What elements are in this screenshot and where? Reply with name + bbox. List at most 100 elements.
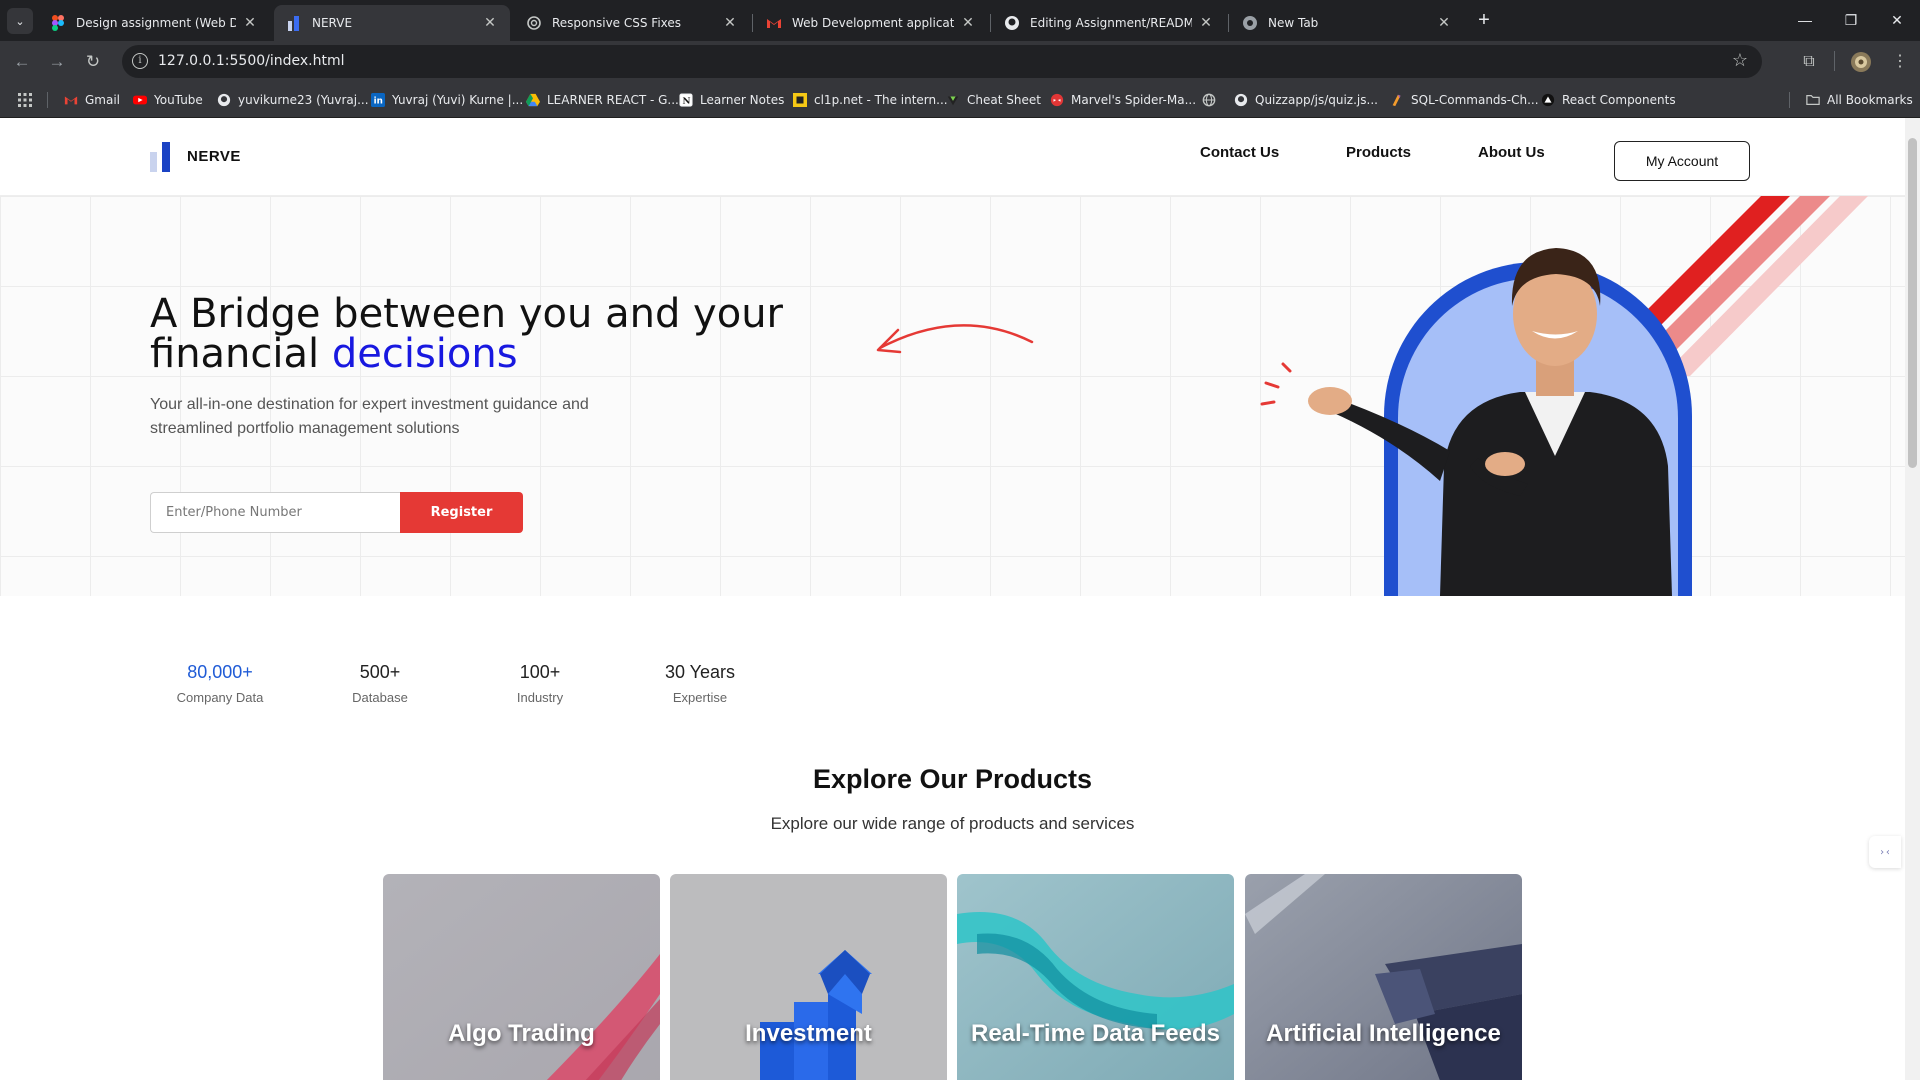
toolbar-separator (1834, 51, 1835, 71)
stat-value: 100+ (519, 662, 561, 682)
tab-title: Web Development application (792, 16, 954, 30)
nav-link-about-us[interactable]: About Us (1478, 144, 1545, 161)
product-card-artificial-intelligence[interactable]: Artificial Intelligence (1245, 874, 1522, 1080)
browser-tab[interactable]: Web Development application ✕ (754, 5, 988, 41)
nerve-logo-icon[interactable] (150, 142, 172, 172)
man-pointing-image (1308, 248, 1672, 596)
tab-close-icon[interactable]: ✕ (242, 15, 258, 31)
gmail-icon (64, 96, 78, 105)
tab-separator (1228, 14, 1229, 32)
page-viewport: NERVE Contact Us Products About Us My Ac… (0, 118, 1905, 1080)
blue-arch-shape (1384, 262, 1692, 596)
stat-label: Industry (516, 690, 564, 705)
bookmark-item[interactable]: SQL-Commands-Ch... (1390, 91, 1539, 109)
new-tab-plus-icon[interactable]: + (1472, 9, 1496, 33)
bookmark-item[interactable]: Marvel's Spider-Ma... (1050, 91, 1196, 109)
phone-number-input[interactable] (150, 492, 401, 533)
bookmark-separator (47, 92, 48, 108)
browser-tab[interactable]: Responsive CSS Fixes ✕ (514, 5, 750, 41)
sql-icon (1392, 94, 1401, 107)
my-account-button[interactable]: My Account (1614, 141, 1750, 181)
github-icon (217, 93, 231, 107)
nerve-logo-icon (288, 16, 299, 31)
bookmark-star-icon[interactable]: ☆ (1732, 50, 1748, 71)
tab-search-icon[interactable]: ⌄ (7, 8, 33, 34)
tab-close-icon[interactable]: ✕ (482, 15, 498, 31)
cheat-sheet-icon (947, 96, 959, 106)
site-navbar: NERVE Contact Us Products About Us My Ac… (0, 118, 1905, 196)
tab-close-icon[interactable]: ✕ (1436, 15, 1452, 31)
site-info-icon[interactable]: i (132, 53, 148, 69)
browser-tab-bar: ⌄ Design assignment (Web Dev) - ✕ NERVE … (0, 0, 1920, 41)
browser-tab-active[interactable]: NERVE ✕ (274, 5, 510, 41)
side-widget-icon[interactable]: ›‹ (1869, 836, 1901, 868)
gmail-icon (767, 19, 781, 28)
extensions-icon[interactable]: ⧉ (1797, 50, 1821, 74)
bookmark-item[interactable]: cl1p.net - The intern... (793, 91, 948, 109)
nav-link-products[interactable]: Products (1346, 144, 1411, 161)
profile-avatar-icon[interactable] (1850, 51, 1872, 73)
restore-icon[interactable]: ❐ (1828, 0, 1874, 40)
bookmark-label: LEARNER REACT - G... (547, 93, 679, 107)
stat-item: 80,000+ Company Data (150, 662, 290, 705)
forward-arrow-icon[interactable]: → (45, 50, 69, 74)
tab-title: Responsive CSS Fixes (552, 16, 682, 30)
data-feeds-image (957, 874, 1234, 1080)
bookmark-label: SQL-Commands-Ch... (1411, 93, 1539, 107)
tab-close-icon[interactable]: ✕ (1198, 15, 1214, 31)
github-icon (1234, 93, 1248, 107)
bookmark-item[interactable]: N Learner Notes (679, 91, 784, 109)
register-button[interactable]: Register (400, 492, 523, 533)
bookmark-separator (1789, 92, 1790, 108)
browser-tab[interactable]: New Tab ✕ (1230, 5, 1464, 41)
browser-tab[interactable]: Design assignment (Web Dev) - ✕ (38, 5, 270, 41)
close-window-icon[interactable]: ✕ (1874, 0, 1920, 40)
products-section-title: Explore Our Products (812, 764, 1093, 794)
bookmark-item[interactable]: in Yuvraj (Yuvi) Kurne |... (371, 91, 523, 109)
browser-tab[interactable]: Editing Assignment/README.m ✕ (992, 5, 1226, 41)
bookmark-item[interactable]: Gmail (64, 91, 120, 109)
bookmark-label: Quizzapp/js/quiz.js... (1255, 93, 1378, 107)
bookmark-item[interactable] (1202, 91, 1223, 109)
bookmark-label: Cheat Sheet (967, 93, 1041, 107)
product-card-label: Investment (745, 1020, 872, 1047)
stat-label: Company Data (176, 690, 264, 705)
tab-close-icon[interactable]: ✕ (960, 15, 976, 31)
bookmark-item[interactable]: Quizzapp/js/quiz.js... (1234, 91, 1378, 109)
arch-inner-shape (1398, 278, 1678, 596)
product-card-algo-trading[interactable]: Algo Trading (383, 874, 660, 1080)
artificial-intelligence-image (1245, 874, 1522, 1080)
tab-close-icon[interactable]: ✕ (722, 15, 738, 31)
product-card-label: Artificial Intelligence (1266, 1020, 1501, 1047)
curved-arrow-icon (878, 324, 1034, 350)
apps-grid-icon[interactable] (18, 93, 32, 107)
bookmark-label: Gmail (85, 93, 121, 107)
all-bookmarks-folder[interactable]: All Bookmarks (1806, 91, 1913, 109)
product-card-label: Algo Trading (448, 1020, 595, 1047)
bookmark-item[interactable]: YouTube (133, 91, 203, 109)
product-card-real-time-data-feeds[interactable]: Real-Time Data Feeds (957, 874, 1234, 1080)
arrow-head-icon (876, 328, 902, 354)
bookmark-label: Learner Notes (700, 93, 785, 107)
nav-link-contact-us[interactable]: Contact Us (1200, 144, 1279, 161)
minimize-icon[interactable]: — (1782, 0, 1828, 40)
menu-kebab-icon[interactable]: ⋮ (1888, 50, 1912, 74)
tab-title: Design assignment (Web Dev) - (76, 16, 236, 30)
product-card-investment[interactable]: Investment (670, 874, 947, 1080)
hero-section: A Bridge between you and your financial … (0, 196, 1905, 596)
stat-value: 80,000+ (187, 662, 253, 682)
page-scrollbar[interactable] (1905, 118, 1920, 1080)
reload-icon[interactable]: ↻ (81, 50, 105, 74)
address-bar[interactable]: i 127.0.0.1:5500/index.html ☆ (122, 45, 1762, 78)
bookmark-label: Marvel's Spider-Ma... (1071, 93, 1197, 107)
bookmark-item[interactable]: yuvikurne23 (Yuvraj... (217, 91, 369, 109)
scrollbar-thumb[interactable] (1908, 138, 1917, 468)
bookmark-item[interactable]: LEARNER REACT - G... (526, 91, 679, 109)
logo-text[interactable]: NERVE (187, 148, 241, 165)
bookmark-label: React Components (1562, 93, 1676, 107)
back-arrow-icon[interactable]: ← (10, 50, 34, 74)
bookmark-item[interactable]: Cheat Sheet (946, 91, 1041, 109)
bookmark-label: yuvikurne23 (Yuvraj... (238, 93, 369, 107)
bookmark-item[interactable]: React Components (1541, 91, 1676, 109)
light-pink-stripe-shape (1662, 196, 1868, 376)
